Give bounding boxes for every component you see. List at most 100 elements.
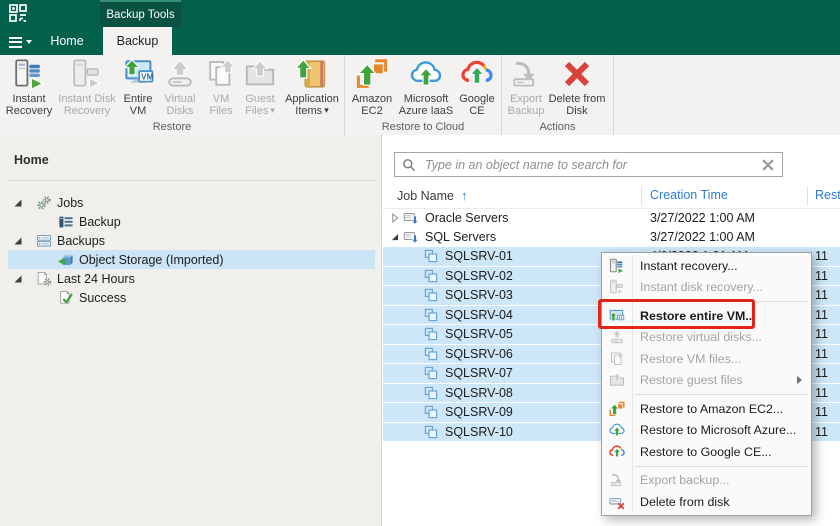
menu-item-label: Delete from disk [640, 495, 730, 509]
hamburger-icon [9, 34, 22, 50]
sidebar-item-last-24-hours[interactable]: Last 24 Hours [8, 269, 375, 288]
vm-icon [423, 248, 439, 264]
ribbon-button-amazon-ec2[interactable]: Amazon EC2 [347, 58, 397, 117]
sidebar-item-object-storage-imported[interactable]: Object Storage (Imported) [8, 250, 375, 269]
ribbon-button-instant-recovery[interactable]: Instant Recovery [2, 58, 56, 117]
vm-icon [423, 326, 439, 342]
table-row-sql-servers[interactable]: SQL Servers3/27/2022 1:00 AM [383, 228, 840, 248]
sidebar-item-label: Last 24 Hours [57, 272, 135, 286]
guest-files-icon [609, 372, 625, 388]
virtual-disks-icon [609, 329, 625, 345]
row-name: SQLSRV-07 [445, 366, 513, 380]
ribbon-button-guest-files[interactable]: Guest Files [240, 58, 280, 117]
ribbon-filler [614, 55, 840, 135]
ribbon-button-label: Instant Recovery [2, 93, 56, 117]
menu-item-instant-disk-recovery[interactable]: Instant disk recovery... [602, 277, 811, 299]
menu-item-instant-recovery[interactable]: Instant recovery... [602, 255, 811, 277]
sidebar-divider [8, 180, 376, 181]
clear-search-icon[interactable] [760, 157, 776, 173]
veeam-logo-icon [8, 3, 28, 23]
vm-icon [423, 287, 439, 303]
ribbon-button-label-text: Export Backup [508, 93, 545, 117]
menu-item-restore-virtual-disks[interactable]: Restore virtual disks... [602, 327, 811, 349]
ribbon-button-label: Guest Files [240, 93, 280, 117]
expander-expanded-icon[interactable] [388, 230, 402, 244]
ribbon-button-entire-vm[interactable]: VMEntire VM [118, 58, 158, 117]
row-restore-points: 11 [815, 308, 828, 322]
menu-item-restore-vm-files[interactable]: Restore VM files... [602, 348, 811, 370]
main-menu-button[interactable] [9, 34, 32, 50]
contextual-tab-label: Backup Tools [106, 9, 174, 21]
ribbon-group-restore-to-cloud: Amazon EC2Microsoft Azure IaaSGoogle CE R… [345, 55, 502, 135]
sidebar-item-backup[interactable]: Backup [8, 212, 375, 231]
tab-home[interactable]: Home [36, 27, 98, 55]
row-restore-points: 11 [815, 425, 828, 439]
export-backup-icon [609, 472, 625, 488]
sidebar-item-jobs[interactable]: Jobs [8, 193, 375, 212]
ribbon-button-label-text: Google CE [459, 93, 494, 117]
column-header-creation-time[interactable]: Creation Time [650, 188, 728, 202]
menu-item-restore-guest-files[interactable]: Restore guest files [602, 370, 811, 392]
expander-expanded-icon[interactable] [10, 195, 26, 211]
ribbon-button-google-ce[interactable]: Google CE [455, 58, 499, 117]
ribbon-button-delete-from-disk[interactable]: Delete from Disk [548, 58, 606, 117]
menu-item-restore-to-google-ce[interactable]: Restore to Google CE... [602, 441, 811, 463]
menu-item-label: Export backup... [640, 473, 730, 487]
row-restore-points: 11 [815, 269, 828, 283]
ribbon-group-label: Restore [0, 121, 344, 133]
search-input[interactable] [423, 157, 760, 173]
menu-item-restore-to-amazon-ec2[interactable]: Restore to Amazon EC2... [602, 398, 811, 420]
jobs-icon [36, 195, 52, 211]
row-name: SQLSRV-03 [445, 288, 513, 302]
ribbon-button-label: Google CE [455, 93, 499, 117]
row-name: SQLSRV-10 [445, 425, 513, 439]
row-restore-points: 11 [815, 386, 828, 400]
ribbon-button-label: Microsoft Azure IaaS [397, 93, 455, 117]
vm-icon [423, 268, 439, 284]
vm-icon [423, 385, 439, 401]
ribbon-button-microsoft-azure-iaas[interactable]: Microsoft Azure IaaS [397, 58, 455, 117]
ribbon-button-label: Amazon EC2 [347, 93, 397, 117]
table-row-oracle-servers[interactable]: Oracle Servers3/27/2022 1:00 AM [383, 208, 840, 228]
annotation-highlight-box [598, 299, 755, 329]
row-name: SQLSRV-02 [445, 269, 513, 283]
amazon-ec2-icon [356, 58, 388, 90]
sidebar-header: Home [14, 153, 49, 167]
row-name: SQLSRV-01 [445, 249, 513, 263]
menu-item-export-backup[interactable]: Export backup... [602, 470, 811, 492]
tab-backup[interactable]: Backup [103, 27, 172, 55]
ribbon-button-vm-files[interactable]: VM Files [202, 58, 240, 117]
sidebar-item-backups[interactable]: Backups [8, 231, 375, 250]
ribbon-button-label: Delete from Disk [548, 93, 606, 117]
contextual-tab-backup-tools[interactable]: Backup Tools [100, 0, 181, 27]
dropdown-caret-icon [26, 40, 32, 44]
ribbon-button-application-items[interactable]: Application Items [280, 58, 344, 117]
menu-item-label: Restore to Microsoft Azure... [640, 423, 796, 437]
expander-expanded-icon[interactable] [10, 271, 26, 287]
google-ce-icon [609, 444, 625, 460]
row-restore-points: 11 [815, 405, 828, 419]
svg-text:VM: VM [141, 72, 154, 82]
menu-item-restore-to-microsoft-azure[interactable]: Restore to Microsoft Azure... [602, 420, 811, 442]
ribbon-button-export-backup[interactable]: Export Backup [504, 58, 548, 117]
ribbon-button-label-text: Amazon EC2 [352, 93, 392, 117]
column-header-restore-points[interactable]: Restore Points [815, 188, 840, 202]
ribbon-button-instant-disk-recovery[interactable]: Instant Disk Recovery [56, 58, 118, 117]
expander-collapsed-icon[interactable] [388, 211, 402, 225]
sidebar-item-label: Success [79, 291, 126, 305]
job-server-icon [403, 229, 419, 245]
ribbon-button-label: Instant Disk Recovery [56, 93, 118, 117]
ribbon-group-label: Restore to Cloud [345, 121, 501, 133]
delete-disk-icon [609, 494, 625, 510]
vm-files-icon [609, 351, 625, 367]
expander-expanded-icon[interactable] [10, 233, 26, 249]
instant-disk-recovery-icon [71, 58, 103, 90]
tab-backup-label: Backup [117, 34, 159, 48]
menu-item-delete-from-disk[interactable]: Delete from disk [602, 491, 811, 513]
microsoft-azure-icon [609, 422, 625, 438]
column-header-job-name[interactable]: Job Name [397, 188, 467, 203]
row-name: Oracle Servers [425, 211, 508, 225]
ribbon-button-virtual-disks[interactable]: Virtual Disks [158, 58, 202, 117]
success-icon [58, 290, 74, 306]
sidebar-item-success[interactable]: Success [8, 288, 375, 307]
